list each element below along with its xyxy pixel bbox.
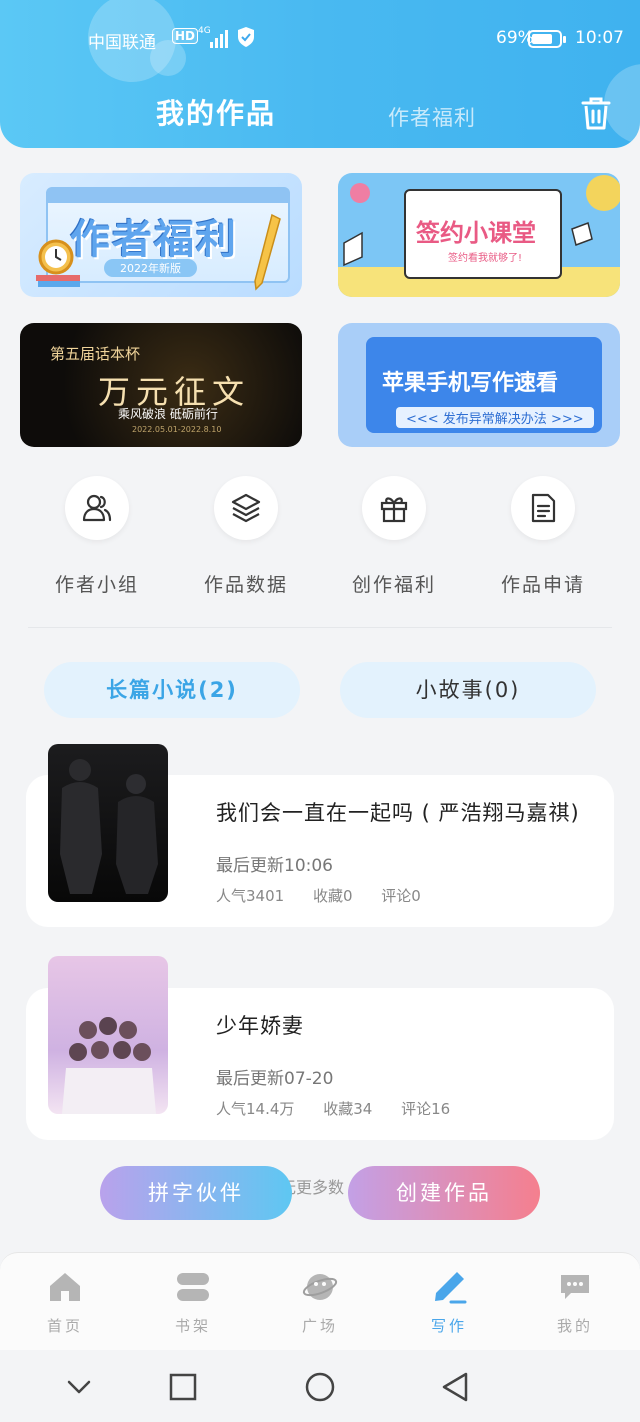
banner-iphone-writing[interactable]: 苹果手机写作速看 <<< 发布异常解决办法 >>> <box>338 323 620 447</box>
recent-apps-icon[interactable] <box>166 1370 200 1404</box>
nav-writing[interactable]: 写作 <box>404 1269 494 1336</box>
pencil-icon <box>254 213 281 291</box>
work-cover[interactable] <box>48 744 168 902</box>
system-nav-bar <box>0 1350 640 1422</box>
work-favorites: 收藏34 <box>323 1100 373 1118</box>
partner-button[interactable]: 拼字伙伴 <box>100 1166 292 1220</box>
chevron-down-icon[interactable] <box>62 1370 96 1404</box>
back-icon[interactable] <box>438 1370 472 1404</box>
network-type: 4G <box>198 26 211 36</box>
home-circle-icon[interactable] <box>303 1370 337 1404</box>
banner-top-text: 第五届话本杯 <box>50 345 141 363</box>
work-favorites: 收藏0 <box>312 887 353 905</box>
work-stats: 人气3401 收藏0 评论0 <box>216 885 445 906</box>
action-label: 作品数据 <box>203 574 288 596</box>
bottom-nav: 首页 书架 广场 写作 我的 <box>0 1252 640 1350</box>
document-icon <box>531 493 556 523</box>
action-circle <box>214 476 278 540</box>
nav-label: 广场 <box>301 1317 338 1335</box>
banner-author-welfare[interactable]: 作者福利 2022年新版 <box>20 173 302 297</box>
banner-subtitle: 乘风破浪 砥砺前行 <box>118 407 218 421</box>
action-circle <box>362 476 426 540</box>
banner-title: 苹果手机写作速看 <box>382 371 559 396</box>
planet-icon <box>302 1274 338 1300</box>
banner-essay-contest[interactable]: 第五届话本杯 万元征文 乘风破浪 砥砺前行 2022.05.01-2022.8.… <box>20 323 302 447</box>
top-header: 中国联通 HD 4G 69% 10:07 我的作品 作者福利 <box>0 0 640 148</box>
clock: 10:07 <box>575 28 624 48</box>
action-label: 作品申请 <box>500 574 585 596</box>
nav-home[interactable]: 首页 <box>20 1269 110 1336</box>
status-bar: 中国联通 HD 4G 69% 10:07 <box>0 24 640 56</box>
nav-mine[interactable]: 我的 <box>530 1269 620 1336</box>
action-label: 创作福利 <box>351 574 436 596</box>
banner-date: 2022.05.01-2022.8.10 <box>132 425 222 434</box>
action-circle <box>65 476 129 540</box>
shield-icon <box>238 27 254 47</box>
bookshelf-icon <box>177 1273 209 1301</box>
tab-my-works[interactable]: 我的作品 <box>156 92 276 132</box>
banner-subtitle: 2022年新版 <box>104 259 197 277</box>
pen-icon <box>435 1272 467 1304</box>
divider <box>28 627 612 628</box>
nav-bookshelf[interactable]: 书架 <box>148 1269 238 1336</box>
users-icon <box>82 494 112 522</box>
decor-shapes <box>343 175 620 267</box>
carrier-name: 中国联通 <box>88 33 156 53</box>
work-comments: 评论16 <box>401 1100 451 1118</box>
work-updated: 最后更新07-20 <box>216 1069 334 1089</box>
alarm-clock-icon <box>36 239 80 287</box>
work-popularity: 人气3401 <box>216 887 285 905</box>
signal-icon <box>210 30 232 48</box>
nav-square[interactable]: 广场 <box>275 1269 365 1336</box>
banner-title: 作者福利 <box>70 217 238 263</box>
battery-icon <box>528 30 566 48</box>
chat-icon <box>561 1275 589 1299</box>
nav-label: 首页 <box>46 1317 83 1335</box>
create-work-button[interactable]: 创建作品 <box>348 1166 540 1220</box>
home-icon <box>50 1273 80 1301</box>
cover-image <box>60 759 158 894</box>
tab-author-welfare[interactable]: 作者福利 <box>388 102 476 132</box>
work-popularity: 人气14.4万 <box>216 1100 295 1118</box>
segment-long-novel[interactable]: 长篇小说(2) <box>44 662 300 718</box>
segment-short-story[interactable]: 小故事(0) <box>340 662 596 718</box>
action-label: 作者小组 <box>54 574 139 596</box>
work-title: 我们会一直在一起吗 ( 严浩翔马嘉祺) <box>216 801 580 825</box>
cover-image <box>62 1017 156 1114</box>
work-updated: 最后更新10:06 <box>216 856 333 876</box>
work-stats: 人气14.4万 收藏34 评论16 <box>216 1098 474 1119</box>
banner-subtitle: <<< 发布异常解决办法 >>> <box>396 407 594 428</box>
nav-label: 我的 <box>556 1317 593 1335</box>
work-comments: 评论0 <box>381 887 421 905</box>
work-cover[interactable] <box>48 956 168 1114</box>
hd-badge: HD <box>172 28 199 44</box>
layers-icon <box>231 493 261 523</box>
work-title: 少年娇妻 <box>216 1014 304 1038</box>
nav-label: 书架 <box>174 1317 211 1335</box>
gift-icon <box>380 497 408 523</box>
nav-label: 写作 <box>430 1317 467 1335</box>
action-circle <box>511 476 575 540</box>
trash-icon[interactable] <box>578 94 614 132</box>
banner-signing-class[interactable]: 签约小课堂 签约看我就够了! <box>338 173 620 297</box>
